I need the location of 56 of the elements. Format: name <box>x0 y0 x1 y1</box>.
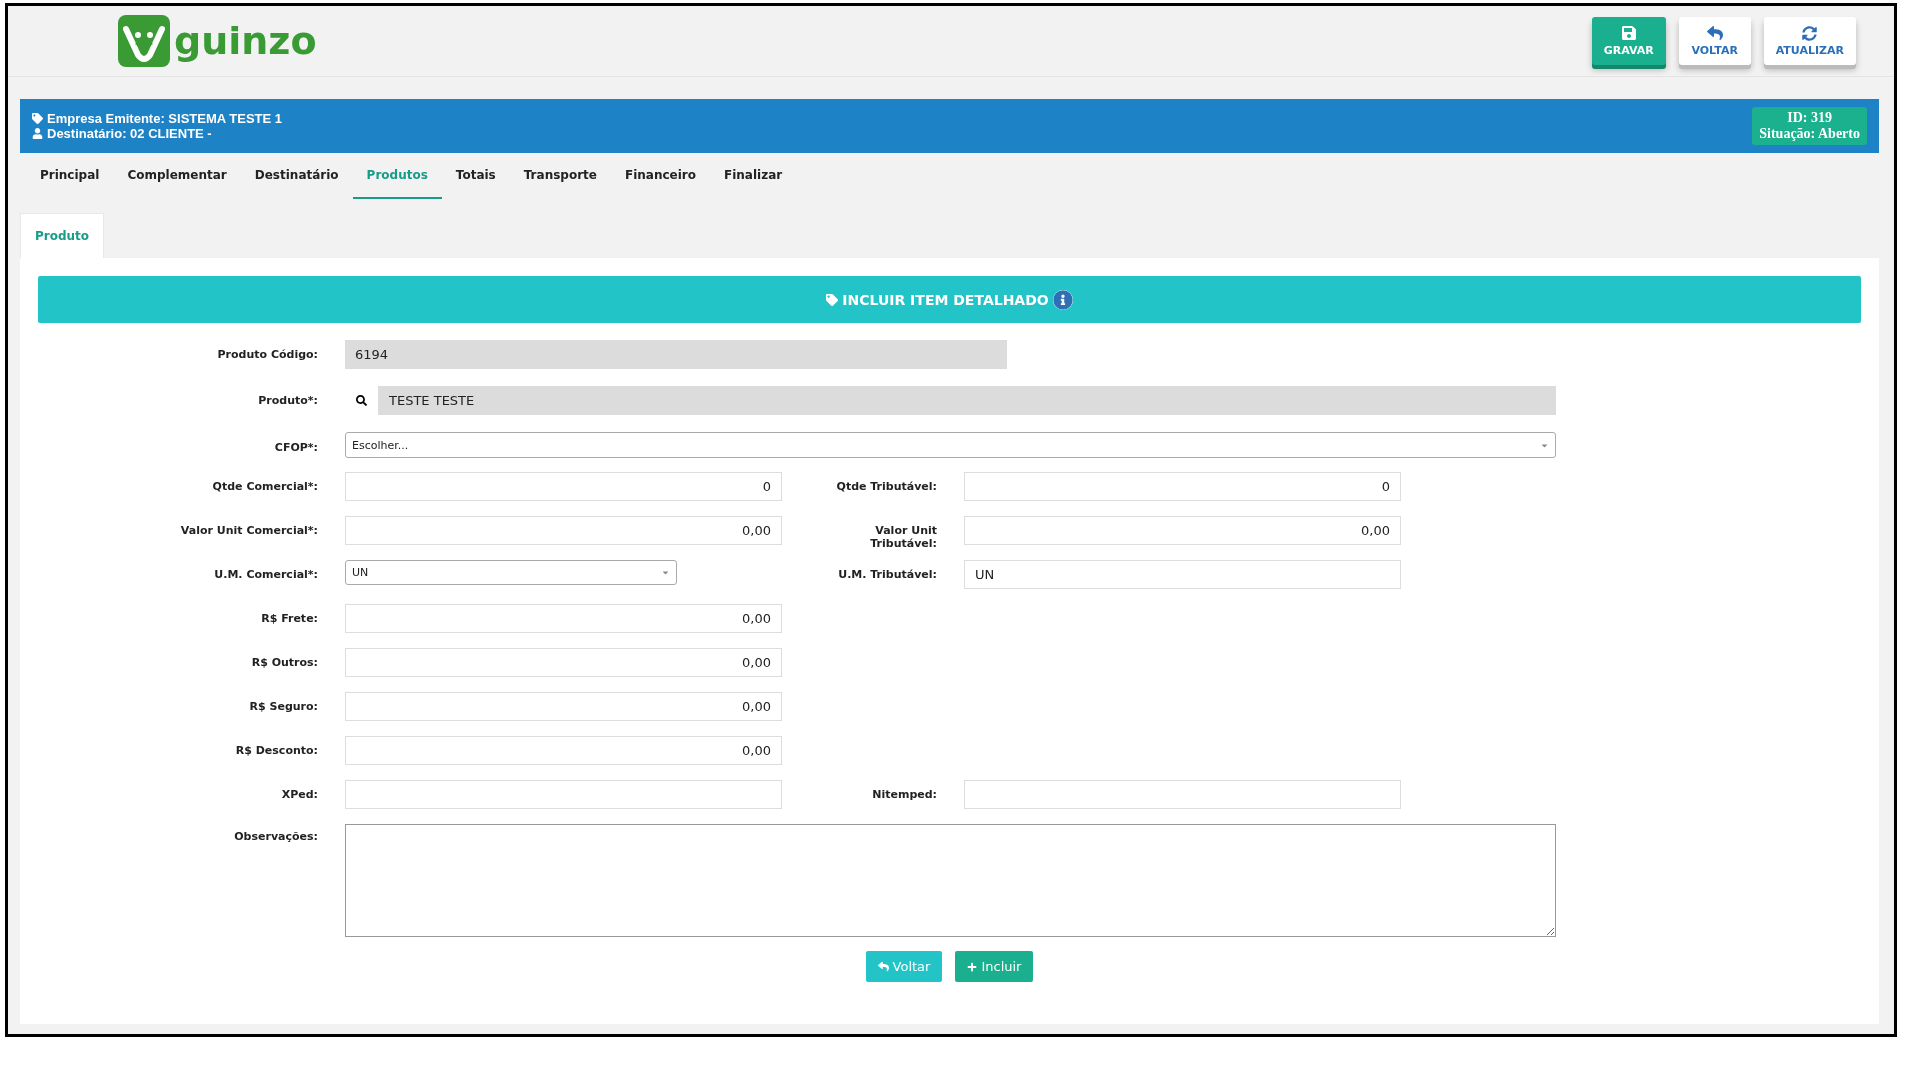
logo-icon <box>118 15 170 67</box>
number-field[interactable]: 0,00 <box>345 604 782 633</box>
unit-select[interactable]: UN <box>345 560 677 585</box>
number-field[interactable]: 0,00 <box>345 516 782 545</box>
caret-icon <box>661 568 670 577</box>
field-label: U.M. Tributável: <box>837 567 938 581</box>
search-icon <box>356 395 367 406</box>
tag-icon <box>32 113 43 124</box>
field-label: R$ Desconto: <box>234 743 319 757</box>
notes-field[interactable] <box>345 824 1556 937</box>
plus-icon <box>967 961 978 972</box>
emitter-text: Empresa Emitente: SISTEMA TESTE 1 <box>32 111 283 126</box>
tab[interactable]: Totais <box>441 153 510 199</box>
info-icon[interactable] <box>1052 289 1073 310</box>
status-badge: ID: 319 Situação: Aberto <box>1752 107 1867 145</box>
code-field[interactable]: 6194 <box>345 340 1007 369</box>
field-label: Qtde Comercial*: <box>211 479 319 493</box>
number-field[interactable]: 0,00 <box>345 692 782 721</box>
field-label: R$ Seguro: <box>248 699 319 713</box>
cfop-select[interactable]: Escolher... <box>345 432 1556 458</box>
text-field[interactable]: UN <box>964 560 1401 589</box>
tab[interactable]: Principal <box>26 153 114 199</box>
text-field[interactable] <box>345 780 782 809</box>
tab[interactable]: Complementar <box>113 153 241 199</box>
field-label: R$ Frete: <box>260 611 319 625</box>
number-field[interactable]: 0 <box>345 472 782 501</box>
field-label: R$ Outros: <box>250 655 319 669</box>
reply-arrow-icon <box>1706 25 1723 41</box>
field-label: Nitemped: <box>871 787 938 801</box>
tab[interactable]: Transporte <box>509 153 611 199</box>
recipient-text: Destinatário: 02 CLIENTE - <box>32 126 283 141</box>
refresh-icon <box>1802 25 1818 41</box>
tab[interactable]: Financeiro <box>610 153 710 199</box>
number-field[interactable]: 0,00 <box>964 516 1401 545</box>
number-field[interactable]: 0,00 <box>345 736 782 765</box>
field-label: Qtde Tributável: <box>835 479 938 493</box>
product-field[interactable]: TESTE TESTE <box>345 386 1556 415</box>
tab[interactable]: Destinatário <box>240 153 353 199</box>
field-label: Produto*: <box>257 393 319 407</box>
field-label: Observações: <box>233 829 319 843</box>
logo-text: guinzo <box>174 19 317 63</box>
number-field[interactable]: 0 <box>964 472 1401 501</box>
user-icon <box>32 128 43 139</box>
tab[interactable]: Finalizar <box>710 153 797 199</box>
number-field[interactable]: 0,00 <box>345 648 782 677</box>
tag-icon <box>826 293 839 306</box>
field-label: Produto Código: <box>216 347 319 361</box>
text-field[interactable] <box>964 780 1401 809</box>
field-label: U.M. Comercial*: <box>213 567 319 581</box>
save-icon <box>1620 25 1637 41</box>
reply-arrow-icon <box>877 961 889 972</box>
field-label: CFOP*: <box>273 440 319 454</box>
field-label: Valor Unit Comercial*: <box>179 523 319 537</box>
field-label: XPed: <box>280 787 319 801</box>
section-title: INCLUIR ITEM DETALHADO <box>842 291 1049 308</box>
field-label: Valor Unit Tributável: <box>869 523 938 550</box>
